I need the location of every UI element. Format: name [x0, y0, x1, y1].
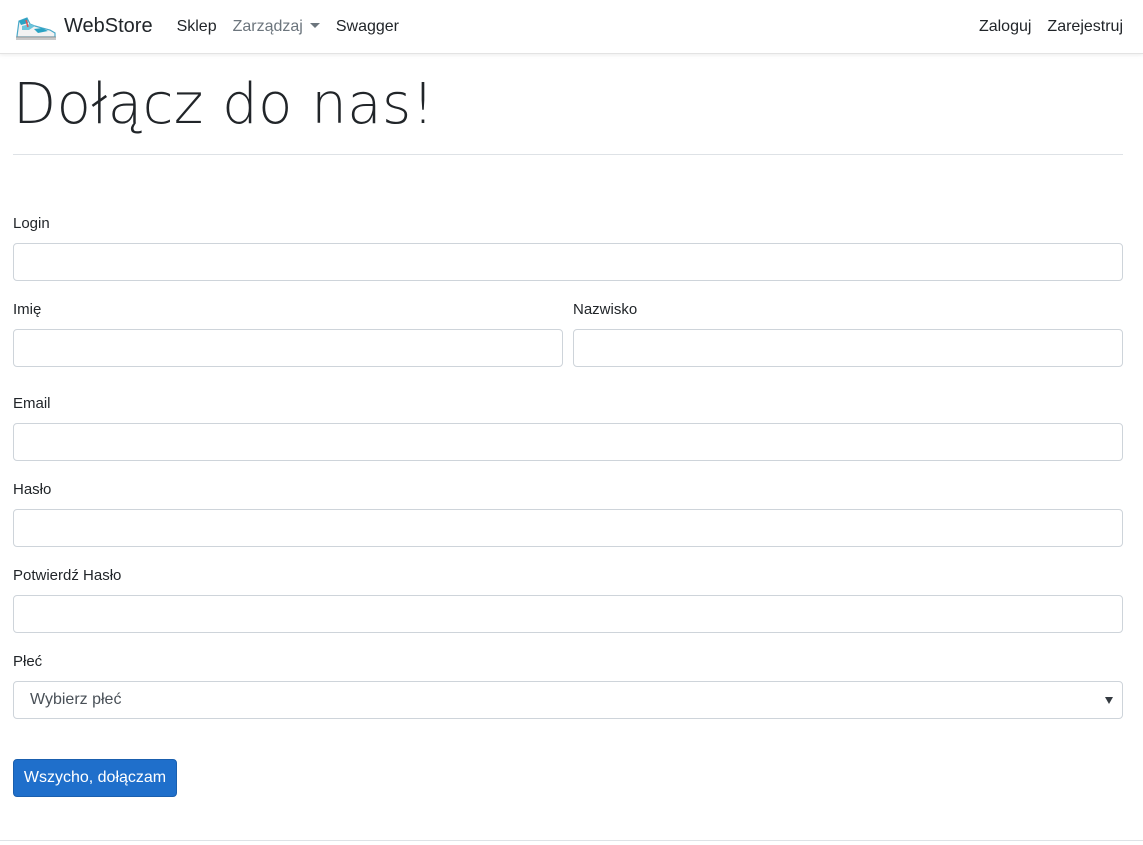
navbar: WebStore Sklep Zarządzaj Swagger Zaloguj… — [0, 0, 1143, 54]
nav-shop-link[interactable]: Sklep — [177, 18, 217, 36]
nav-manage-dropdown[interactable]: Zarządzaj — [233, 18, 320, 36]
nav-register-link[interactable]: Zarejestruj — [1047, 18, 1123, 36]
last-name-input[interactable] — [573, 329, 1123, 367]
nav-login-link[interactable]: Zaloguj — [979, 18, 1031, 36]
footer-divider — [0, 840, 1143, 841]
email-label: Email — [13, 395, 51, 412]
last-name-label: Nazwisko — [573, 301, 638, 318]
main-nav: Sklep Zarządzaj Swagger — [169, 18, 407, 36]
first-name-input[interactable] — [13, 329, 563, 367]
nav-manage-label: Zarządzaj — [232, 17, 303, 35]
gender-select[interactable]: Wybierz płeć — [13, 681, 1123, 719]
nav-swagger-link[interactable]: Swagger — [336, 18, 399, 36]
page-title: Dołącz do nas! — [13, 72, 435, 137]
account-nav: Zaloguj Zarejestruj — [963, 18, 1123, 36]
email-input[interactable] — [13, 423, 1123, 461]
submit-button[interactable]: Wszycho, dołączam — [13, 759, 177, 797]
password-label: Hasło — [13, 481, 52, 498]
caret-down-icon — [309, 22, 320, 28]
first-name-label: Imię — [13, 301, 42, 318]
sneaker-logo-icon — [16, 16, 56, 40]
brand-link[interactable]: WebStore — [14, 12, 153, 42]
brand-name: WebStore — [64, 15, 153, 37]
gender-label: Płeć — [13, 653, 43, 670]
title-divider — [13, 154, 1123, 155]
confirm-password-label: Potwierdź Hasło — [13, 567, 122, 584]
select-arrow-icon — [1105, 697, 1113, 704]
gender-select-value: Wybierz płeć — [30, 691, 122, 708]
confirm-password-input[interactable] — [13, 595, 1123, 633]
login-input[interactable] — [13, 243, 1123, 281]
password-input[interactable] — [13, 509, 1123, 547]
login-label: Login — [13, 215, 50, 232]
